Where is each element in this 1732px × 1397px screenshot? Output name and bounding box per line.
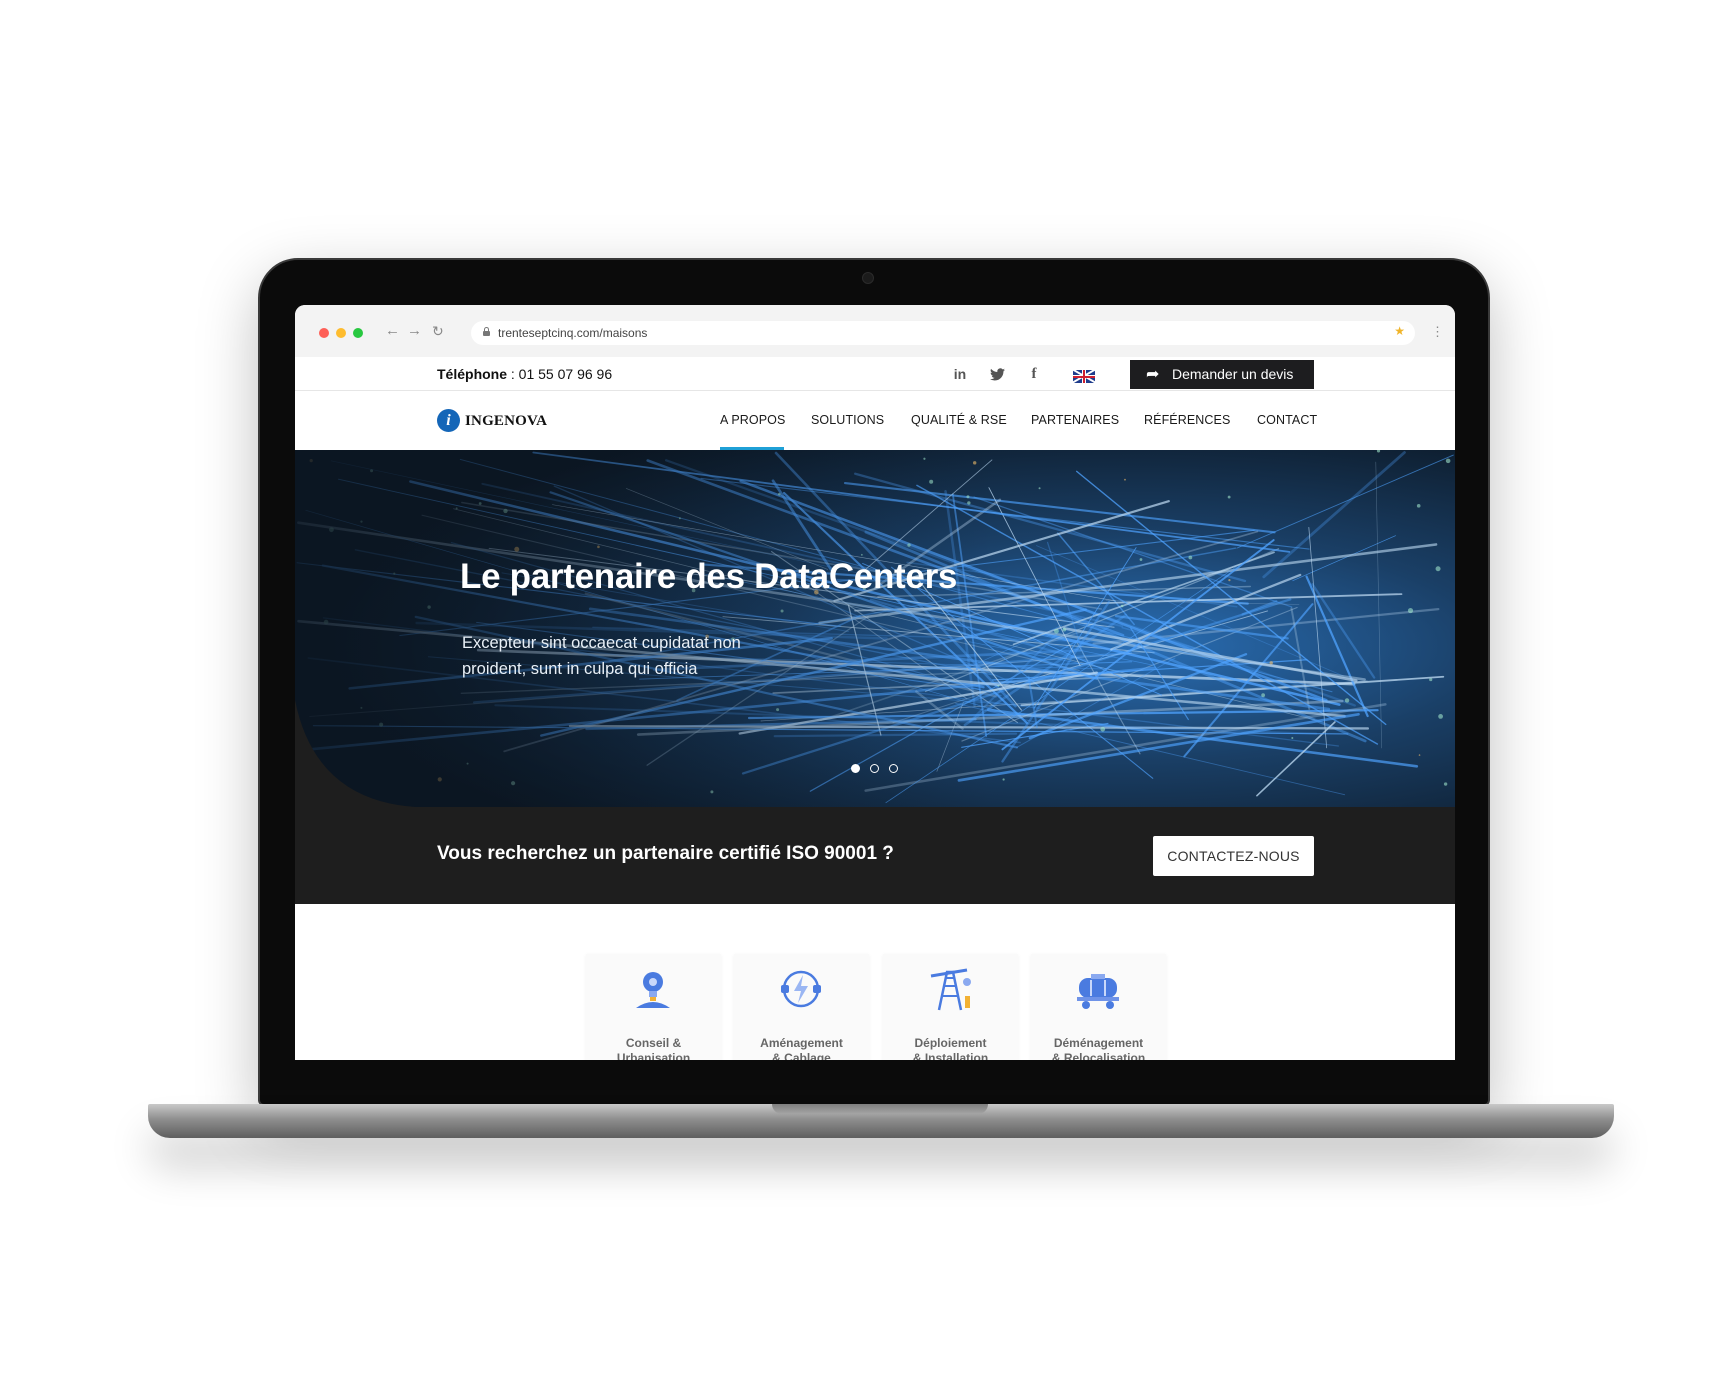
close-window-button[interactable]	[319, 328, 329, 338]
services-section: Conseil & Urbanisation Aménagement & Cabla…	[295, 904, 1455, 1060]
service-card-demenagement[interactable]: Déménagement & Relocalisation	[1031, 954, 1166, 1060]
nav-item-solutions[interactable]: SOLUTIONS	[811, 413, 884, 427]
phone-number: : 01 55 07 96 96	[507, 366, 613, 382]
bookmark-star-icon[interactable]: ★	[1394, 324, 1405, 338]
slider-dot-2[interactable]	[870, 764, 879, 773]
twitter-icon[interactable]	[986, 363, 1008, 385]
phone-label: Téléphone	[437, 366, 508, 382]
iso-cta-banner: Vous recherchez un partenaire certifié I…	[295, 807, 1455, 904]
service-label-deploiement: Déploiement & Installation	[912, 1036, 989, 1060]
request-quote-label: Demander un devis	[1172, 366, 1294, 382]
contact-us-button[interactable]: CONTACTEZ-NOUS	[1153, 836, 1314, 876]
iso-cta-text: Vous recherchez un partenaire certifié I…	[437, 843, 894, 864]
nav-item-references[interactable]: RÉFÉRENCES	[1144, 413, 1230, 427]
slider-dot-1[interactable]	[851, 764, 860, 773]
hero-title: Le partenaire des DataCenters	[460, 557, 958, 596]
tank-wagon-icon	[1077, 974, 1119, 1009]
browser-menu-icon[interactable]: ⋮	[1431, 322, 1444, 342]
linkedin-icon[interactable]: in	[949, 363, 971, 385]
url-text: trenteseptcinq.com/maisons	[498, 326, 648, 340]
service-card-amenagement[interactable]: Aménagement & Cablage	[734, 954, 869, 1060]
nav-item-qualite-rse[interactable]: QUALITÉ & RSE	[911, 413, 1007, 427]
maximize-window-button[interactable]	[353, 328, 363, 338]
minimize-window-button[interactable]	[336, 328, 346, 338]
request-quote-button[interactable]: ➦ Demander un devis	[1130, 360, 1314, 389]
top-info-bar: Téléphone : 01 55 07 96 96 in f ➦ Demand…	[295, 357, 1455, 391]
address-bar[interactable]: trenteseptcinq.com/maisons ★	[471, 321, 1415, 345]
hero-slider: Le partenaire des DataCenters Excepteur …	[295, 450, 1455, 807]
forward-arrow-icon[interactable]: →	[407, 321, 422, 341]
slider-dot-3[interactable]	[889, 764, 898, 773]
browser-chrome: ← → ↻ trenteseptcinq.com/maisons ★ ⋮	[295, 305, 1455, 357]
lock-icon	[483, 327, 490, 336]
lightbulb-icon	[636, 972, 670, 1008]
laptop-base-notch	[772, 1104, 988, 1114]
reload-icon[interactable]: ↻	[432, 321, 444, 341]
back-arrow-icon[interactable]: ←	[385, 321, 400, 341]
oil-pump-icon	[930, 968, 971, 1011]
main-navbar: i INGENOVA A PROPOS SOLUTIONS QUALITÉ & …	[295, 391, 1455, 450]
logo-mark-icon: i	[437, 409, 460, 432]
nav-item-partenaires[interactable]: PARTENAIRES	[1031, 413, 1119, 427]
service-card-conseil[interactable]: Conseil & Urbanisation	[586, 954, 721, 1060]
laptop-screen: ← → ↻ trenteseptcinq.com/maisons ★ ⋮ Tél…	[295, 305, 1455, 1060]
nav-item-contact[interactable]: CONTACT	[1257, 413, 1317, 427]
service-card-deploiement[interactable]: Déploiement & Installation	[883, 954, 1018, 1060]
english-flag-icon[interactable]	[1073, 370, 1095, 383]
nav-item-a-propos[interactable]: A PROPOS	[720, 413, 785, 427]
phone-info: Téléphone : 01 55 07 96 96	[437, 366, 612, 382]
service-label-amenagement: Aménagement & Cablage	[760, 1036, 843, 1060]
power-plug-icon	[781, 970, 821, 1008]
network-background-image	[295, 450, 1455, 807]
mockup-stage: ← → ↻ trenteseptcinq.com/maisons ★ ⋮ Tél…	[0, 0, 1732, 1397]
hero-subtitle: Excepteur sint occaecat cupidatat non pr…	[462, 634, 741, 678]
logo-text: INGENOVA	[465, 413, 548, 429]
service-label-conseil: Conseil & Urbanisation	[616, 1036, 691, 1060]
service-label-demenagement: Déménagement & Relocalisation	[1051, 1036, 1146, 1060]
laptop-camera	[862, 272, 874, 284]
share-arrow-icon: ➦	[1146, 366, 1160, 383]
facebook-icon[interactable]: f	[1023, 363, 1045, 385]
